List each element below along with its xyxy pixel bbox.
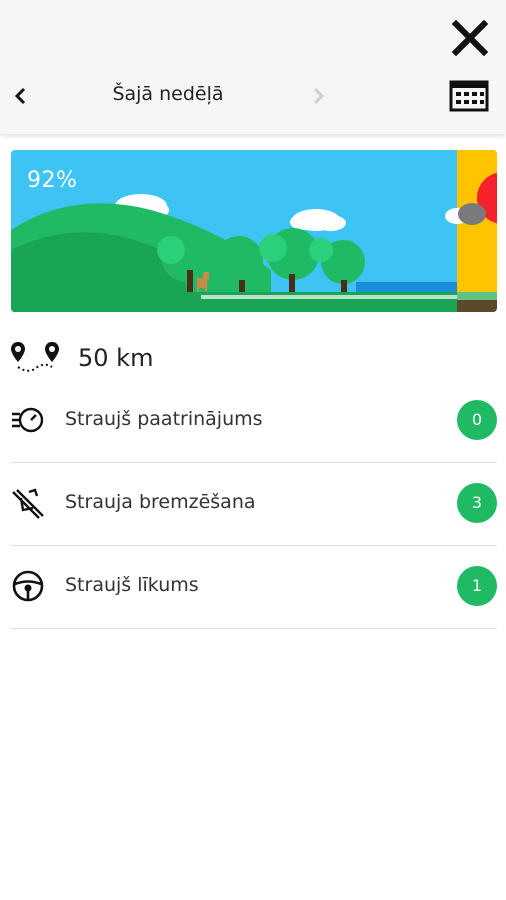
- brake-icon: [12, 488, 44, 519]
- event-row-braking[interactable]: Strauja bremzēšana 3: [11, 463, 497, 546]
- driving-score: 92%: [27, 168, 78, 193]
- close-button[interactable]: [448, 16, 492, 60]
- steering-wheel-icon: [12, 570, 44, 602]
- period-title: Šajā nedēļā: [112, 83, 224, 105]
- speedometer-icon: [12, 407, 44, 433]
- close-icon: [451, 19, 489, 57]
- event-row-acceleration[interactable]: Straujš paatrinājums 0: [11, 380, 497, 463]
- top-bar: Šajā nedēļā: [0, 0, 506, 134]
- driving-score-banner: 92%: [11, 150, 497, 312]
- event-count-badge: 3: [457, 483, 497, 523]
- calendar-icon: [449, 80, 489, 112]
- landscape-illustration: [11, 150, 497, 312]
- calendar-button[interactable]: [448, 78, 490, 114]
- event-label: Straujš līkums: [65, 574, 199, 596]
- next-week-button[interactable]: [304, 80, 334, 112]
- event-label: Straujš paatrinājums: [65, 408, 263, 430]
- event-count-badge: 1: [457, 566, 497, 606]
- event-count-badge: 0: [457, 400, 497, 440]
- event-row-cornering[interactable]: Straujš līkums 1: [11, 546, 497, 629]
- distance-value: 50 km: [78, 344, 154, 372]
- distance-row: 50 km: [10, 338, 410, 378]
- chevron-left-icon: [14, 87, 26, 105]
- chevron-right-icon: [313, 87, 325, 105]
- previous-week-button[interactable]: [6, 80, 36, 112]
- route-pins-icon: [11, 342, 59, 372]
- event-label: Strauja bremzēšana: [65, 491, 256, 513]
